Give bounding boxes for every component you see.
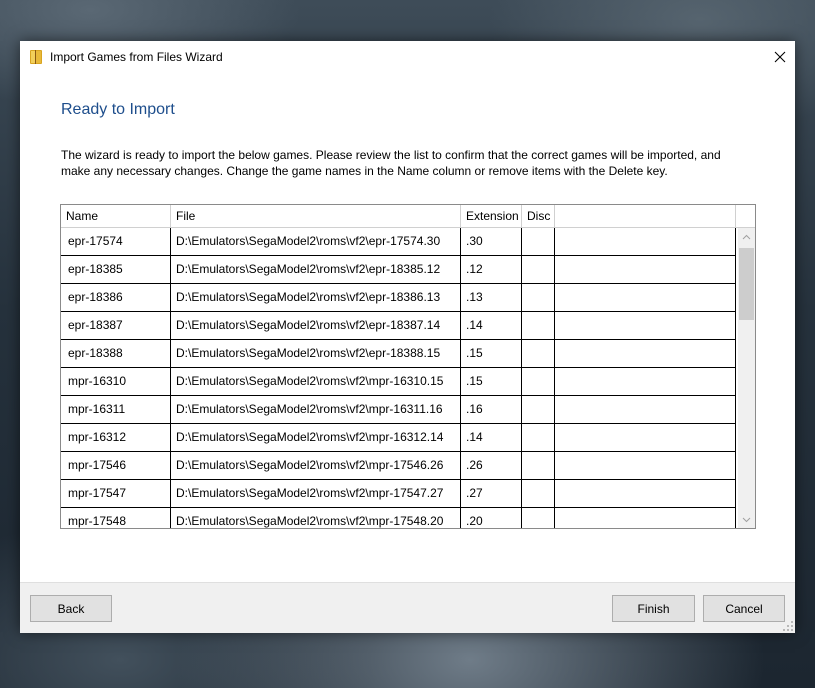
close-icon	[774, 51, 786, 62]
cell-extension[interactable]: .20	[461, 508, 522, 528]
cell-name[interactable]: epr-18387	[61, 312, 171, 339]
column-header-name[interactable]: Name	[61, 205, 171, 227]
column-header-filler	[555, 205, 736, 227]
table-row[interactable]: epr-17574 D:\Emulators\SegaModel2\roms\v…	[61, 228, 736, 256]
resize-grip-icon[interactable]	[782, 620, 794, 632]
back-button[interactable]: Back	[30, 595, 112, 622]
table-row[interactable]: mpr-16312 D:\Emulators\SegaModel2\roms\v…	[61, 424, 736, 452]
cell-extension[interactable]: .15	[461, 368, 522, 395]
cell-disc[interactable]	[522, 284, 555, 311]
games-grid[interactable]: Name File Extension Disc epr-17574 D:\Em…	[60, 204, 756, 529]
cell-extension[interactable]: .27	[461, 480, 522, 507]
window-title: Import Games from Files Wizard	[50, 49, 223, 64]
cell-extension[interactable]: .30	[461, 228, 522, 255]
cell-filler	[555, 424, 736, 451]
vertical-scrollbar[interactable]	[738, 228, 755, 528]
table-row[interactable]: epr-18386 D:\Emulators\SegaModel2\roms\v…	[61, 284, 736, 312]
table-row[interactable]: mpr-16311 D:\Emulators\SegaModel2\roms\v…	[61, 396, 736, 424]
cell-extension[interactable]: .14	[461, 312, 522, 339]
close-button[interactable]	[765, 41, 795, 72]
cell-name[interactable]: mpr-16311	[61, 396, 171, 423]
table-row[interactable]: mpr-17548 D:\Emulators\SegaModel2\roms\v…	[61, 508, 736, 528]
table-row[interactable]: epr-18385 D:\Emulators\SegaModel2\roms\v…	[61, 256, 736, 284]
cell-file[interactable]: D:\Emulators\SegaModel2\roms\vf2\mpr-163…	[171, 396, 461, 423]
cell-name[interactable]: mpr-17546	[61, 452, 171, 479]
cell-file[interactable]: D:\Emulators\SegaModel2\roms\vf2\epr-183…	[171, 340, 461, 367]
cell-filler	[555, 396, 736, 423]
cell-filler	[555, 228, 736, 255]
cell-filler	[555, 312, 736, 339]
cell-extension[interactable]: .15	[461, 340, 522, 367]
cell-name[interactable]: epr-17574	[61, 228, 171, 255]
cell-disc[interactable]	[522, 480, 555, 507]
cell-extension[interactable]: .26	[461, 452, 522, 479]
cell-file[interactable]: D:\Emulators\SegaModel2\roms\vf2\mpr-175…	[171, 452, 461, 479]
cell-name[interactable]: epr-18388	[61, 340, 171, 367]
title-bar[interactable]: Import Games from Files Wizard	[20, 41, 795, 72]
cell-disc[interactable]	[522, 508, 555, 528]
wizard-book-icon	[28, 49, 44, 65]
cell-filler	[555, 452, 736, 479]
cancel-button[interactable]: Cancel	[703, 595, 785, 622]
table-row[interactable]: epr-18387 D:\Emulators\SegaModel2\roms\v…	[61, 312, 736, 340]
chevron-down-icon	[742, 517, 751, 522]
cell-name[interactable]: epr-18386	[61, 284, 171, 311]
finish-button[interactable]: Finish	[612, 595, 695, 622]
cell-filler	[555, 284, 736, 311]
cell-disc[interactable]	[522, 452, 555, 479]
cell-name[interactable]: mpr-16310	[61, 368, 171, 395]
cell-disc[interactable]	[522, 424, 555, 451]
cell-extension[interactable]: .13	[461, 284, 522, 311]
cell-disc[interactable]	[522, 228, 555, 255]
column-header-extension[interactable]: Extension	[461, 205, 522, 227]
scrollbar-thumb[interactable]	[739, 248, 754, 320]
scroll-down-button[interactable]	[738, 511, 755, 528]
cell-name[interactable]: epr-18385	[61, 256, 171, 283]
cell-filler	[555, 480, 736, 507]
cell-filler	[555, 508, 736, 528]
scroll-up-button[interactable]	[738, 228, 755, 245]
cell-disc[interactable]	[522, 312, 555, 339]
cell-filler	[555, 368, 736, 395]
cell-disc[interactable]	[522, 340, 555, 367]
page-description: The wizard is ready to import the below …	[61, 148, 721, 178]
column-header-disc[interactable]: Disc	[522, 205, 555, 227]
table-row[interactable]: epr-18388 D:\Emulators\SegaModel2\roms\v…	[61, 340, 736, 368]
cell-name[interactable]: mpr-17548	[61, 508, 171, 528]
cell-file[interactable]: D:\Emulators\SegaModel2\roms\vf2\mpr-175…	[171, 508, 461, 528]
cell-name[interactable]: mpr-16312	[61, 424, 171, 451]
grid-header: Name File Extension Disc	[61, 205, 755, 228]
table-row[interactable]: mpr-17547 D:\Emulators\SegaModel2\roms\v…	[61, 480, 736, 508]
cell-filler	[555, 256, 736, 283]
table-row[interactable]: mpr-17546 D:\Emulators\SegaModel2\roms\v…	[61, 452, 736, 480]
cell-extension[interactable]: .14	[461, 424, 522, 451]
grid-rows: epr-17574 D:\Emulators\SegaModel2\roms\v…	[61, 228, 736, 528]
cell-name[interactable]: mpr-17547	[61, 480, 171, 507]
cell-extension[interactable]: .16	[461, 396, 522, 423]
cell-file[interactable]: D:\Emulators\SegaModel2\roms\vf2\epr-175…	[171, 228, 461, 255]
cell-file[interactable]: D:\Emulators\SegaModel2\roms\vf2\mpr-163…	[171, 368, 461, 395]
column-header-file[interactable]: File	[171, 205, 461, 227]
cell-file[interactable]: D:\Emulators\SegaModel2\roms\vf2\epr-183…	[171, 256, 461, 283]
button-bar: Back Finish Cancel	[20, 582, 795, 633]
cell-filler	[555, 340, 736, 367]
cell-disc[interactable]	[522, 396, 555, 423]
cell-file[interactable]: D:\Emulators\SegaModel2\roms\vf2\epr-183…	[171, 284, 461, 311]
cell-extension[interactable]: .12	[461, 256, 522, 283]
table-row[interactable]: mpr-16310 D:\Emulators\SegaModel2\roms\v…	[61, 368, 736, 396]
cell-file[interactable]: D:\Emulators\SegaModel2\roms\vf2\mpr-163…	[171, 424, 461, 451]
cell-disc[interactable]	[522, 256, 555, 283]
page-heading: Ready to Import	[61, 101, 175, 118]
cell-file[interactable]: D:\Emulators\SegaModel2\roms\vf2\epr-183…	[171, 312, 461, 339]
chevron-up-icon	[742, 234, 751, 239]
cell-file[interactable]: D:\Emulators\SegaModel2\roms\vf2\mpr-175…	[171, 480, 461, 507]
wizard-window: Import Games from Files Wizard Ready to …	[20, 41, 795, 633]
cell-disc[interactable]	[522, 368, 555, 395]
